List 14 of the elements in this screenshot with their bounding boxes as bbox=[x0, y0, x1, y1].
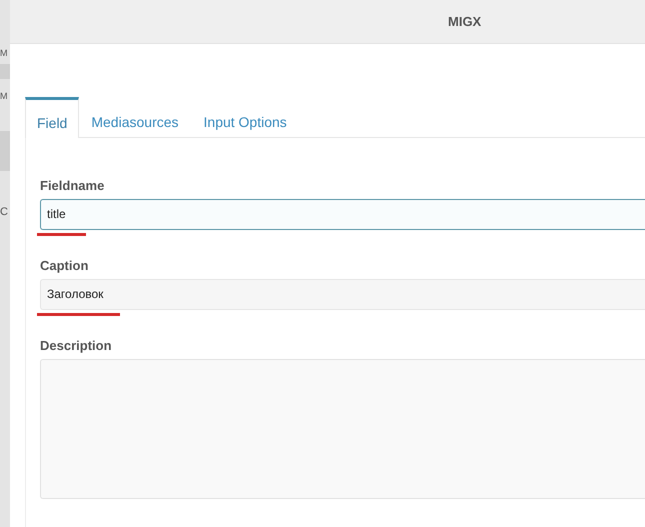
window-title: MIGX bbox=[448, 14, 482, 29]
text-area[interactable] bbox=[40, 359, 645, 499]
tab[interactable]: Mediasources bbox=[79, 97, 192, 137]
field-label: Caption bbox=[40, 258, 90, 273]
field-label: Fieldname bbox=[40, 178, 106, 193]
input-field[interactable]: Заголовок bbox=[40, 279, 645, 310]
tab[interactable]: Input Options bbox=[192, 97, 300, 137]
field-label: Description bbox=[40, 338, 113, 353]
background-text: C bbox=[0, 207, 9, 217]
background-text: M bbox=[0, 91, 8, 101]
tab[interactable]: Field bbox=[25, 97, 80, 138]
background-text: M bbox=[0, 48, 8, 58]
input-field[interactable]: title bbox=[40, 199, 645, 230]
underline-mark bbox=[37, 233, 86, 236]
